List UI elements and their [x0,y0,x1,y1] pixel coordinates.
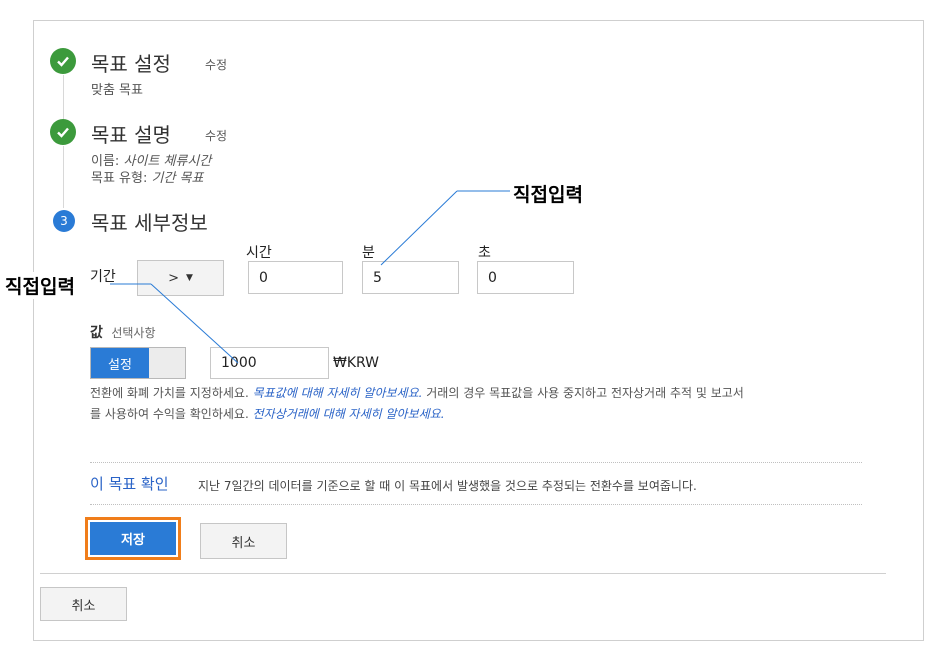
callout-direct-input-minutes: 직접입력 [513,184,583,206]
callout-direct-input-value: 직접입력 [5,272,75,299]
callout-lines [110,190,510,364]
